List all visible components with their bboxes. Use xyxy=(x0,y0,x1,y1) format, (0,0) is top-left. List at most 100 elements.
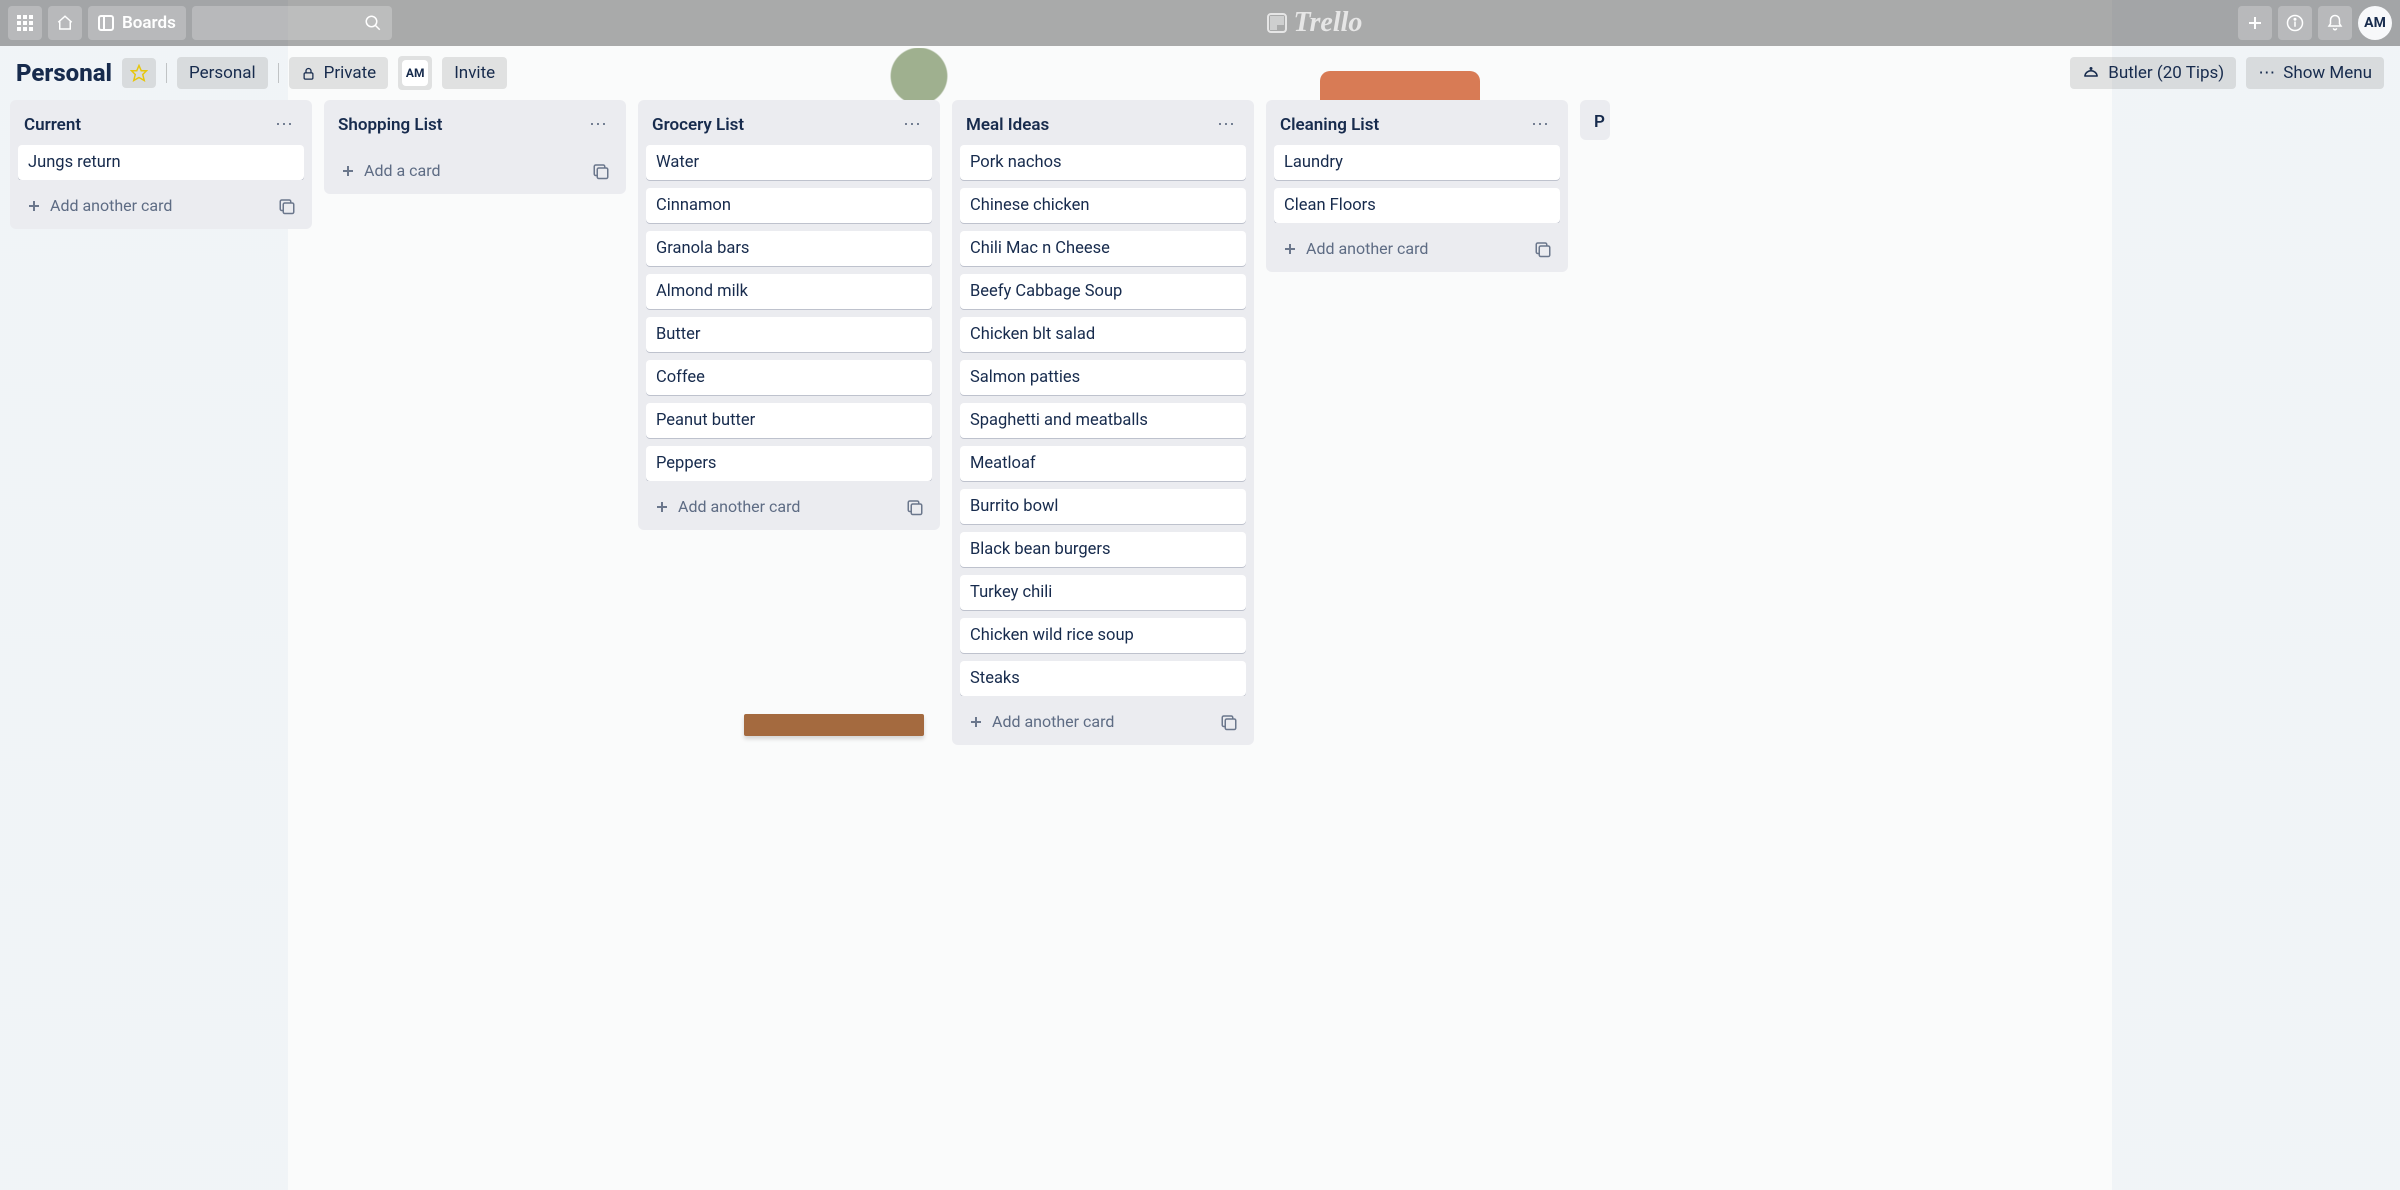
list-menu-button[interactable]: ⋯ xyxy=(585,112,612,137)
card[interactable]: Clean Floors xyxy=(1274,188,1560,223)
create-button[interactable] xyxy=(2238,6,2272,40)
card[interactable]: Beefy Cabbage Soup xyxy=(960,274,1246,309)
card-template-button[interactable] xyxy=(1530,236,1556,262)
card-list: Water Cinnamon Granola bars Almond milk Butt… xyxy=(646,145,932,481)
list-menu-button[interactable]: ⋯ xyxy=(1527,112,1554,137)
apps-button[interactable] xyxy=(8,6,42,40)
list[interactable]: Shopping List⋯ Add a card xyxy=(324,100,626,194)
add-card-label: Add another card xyxy=(992,712,1114,731)
add-card-button[interactable]: Add another card xyxy=(22,192,266,219)
card-template-button[interactable] xyxy=(1216,709,1242,735)
list-title[interactable]: P xyxy=(1594,112,1605,132)
card[interactable]: Peanut butter xyxy=(646,403,932,438)
list[interactable]: Current⋯ Jungs return Add another card xyxy=(10,100,312,229)
plus-icon xyxy=(26,198,42,214)
avatar-initials: AM xyxy=(2364,15,2386,31)
butler-icon xyxy=(2082,64,2100,82)
list-title[interactable]: Shopping List xyxy=(338,115,585,135)
list-header: Cleaning List⋯ xyxy=(1274,108,1560,137)
add-card-button[interactable]: Add another card xyxy=(650,493,894,520)
list-menu-button[interactable]: ⋯ xyxy=(271,112,298,137)
card[interactable]: Laundry xyxy=(1274,145,1560,180)
add-card-label: Add another card xyxy=(1306,239,1428,258)
card[interactable]: Butter xyxy=(646,317,932,352)
list[interactable]: Grocery List⋯ Water Cinnamon Granola bars Al… xyxy=(638,100,940,530)
list-menu-button[interactable]: ⋯ xyxy=(1213,112,1240,137)
card[interactable]: Coffee xyxy=(646,360,932,395)
card[interactable]: Peppers xyxy=(646,446,932,481)
card[interactable]: Jungs return xyxy=(18,145,304,180)
card[interactable]: Cinnamon xyxy=(646,188,932,223)
card[interactable]: Pork nachos xyxy=(960,145,1246,180)
card[interactable]: Granola bars xyxy=(646,231,932,266)
butler-button[interactable]: Butler (20 Tips) xyxy=(2070,57,2236,89)
plus-icon xyxy=(1282,241,1298,257)
home-button[interactable] xyxy=(48,6,82,40)
add-card-label: Add another card xyxy=(678,497,800,516)
search-button[interactable] xyxy=(192,6,392,40)
show-menu-button[interactable]: ⋯ Show Menu xyxy=(2246,57,2384,89)
list-footer: Add another card xyxy=(1274,231,1560,264)
card[interactable]: Burrito bowl xyxy=(960,489,1246,524)
card-list: Laundry Clean Floors xyxy=(1274,145,1560,223)
card[interactable]: Spaghetti and meatballs xyxy=(960,403,1246,438)
team-button[interactable]: Personal xyxy=(177,57,268,89)
boards-icon xyxy=(98,15,114,31)
board-member[interactable]: AM xyxy=(398,56,432,90)
list-menu-button[interactable]: ⋯ xyxy=(899,112,926,137)
list[interactable]: Meal Ideas⋯ Pork nachos Chinese chicken Chi… xyxy=(952,100,1254,745)
butler-label: Butler (20 Tips) xyxy=(2108,63,2224,83)
list-header: P xyxy=(1588,108,1602,132)
visibility-button[interactable]: Private xyxy=(289,57,389,89)
star-board-button[interactable] xyxy=(122,58,156,88)
add-card-button[interactable]: Add another card xyxy=(1278,235,1522,262)
add-card-label: Add a card xyxy=(364,161,441,180)
card[interactable]: Salmon patties xyxy=(960,360,1246,395)
card[interactable]: Water xyxy=(646,145,932,180)
card-list: Pork nachos Chinese chicken Chili Mac n Ch… xyxy=(960,145,1246,696)
list-footer: Add another card xyxy=(18,188,304,221)
list-footer: Add another card xyxy=(646,489,932,522)
template-icon xyxy=(278,197,296,215)
card-template-button[interactable] xyxy=(902,494,928,520)
boards-button[interactable]: Boards xyxy=(88,6,186,40)
add-card-label: Add another card xyxy=(50,196,172,215)
notifications-button[interactable] xyxy=(2318,6,2352,40)
card[interactable]: Chili Mac n Cheese xyxy=(960,231,1246,266)
list-title[interactable]: Cleaning List xyxy=(1280,115,1527,135)
board-title[interactable]: Personal xyxy=(16,59,112,87)
board-canvas[interactable]: Current⋯Jungs returnAdd another cardShop… xyxy=(0,100,2400,1188)
lock-icon xyxy=(301,66,316,81)
card[interactable]: Black bean burgers xyxy=(960,532,1246,567)
show-menu-label: Show Menu xyxy=(2283,63,2372,83)
plus-icon xyxy=(654,499,670,515)
global-header: Boards Trello AM xyxy=(0,0,2400,46)
list[interactable]: P xyxy=(1580,100,1610,140)
list-header: Current⋯ xyxy=(18,108,304,137)
app-logo[interactable]: Trello xyxy=(1267,7,1362,39)
card[interactable]: Chicken blt salad xyxy=(960,317,1246,352)
list-footer: Add a card xyxy=(332,153,618,186)
list-header: Shopping List⋯ xyxy=(332,108,618,137)
card-template-button[interactable] xyxy=(588,158,614,184)
card[interactable]: Chicken wild rice soup xyxy=(960,618,1246,653)
add-card-button[interactable]: Add another card xyxy=(964,708,1208,735)
list[interactable]: Cleaning List⋯ Laundry Clean Floors Add ano… xyxy=(1266,100,1568,272)
info-button[interactable] xyxy=(2278,6,2312,40)
boards-label: Boards xyxy=(122,13,176,33)
list-title[interactable]: Meal Ideas xyxy=(966,115,1213,135)
list-footer: Add another card xyxy=(960,704,1246,737)
add-card-button[interactable]: Add a card xyxy=(336,157,580,184)
card[interactable]: Chinese chicken xyxy=(960,188,1246,223)
card[interactable]: Meatloaf xyxy=(960,446,1246,481)
list-title[interactable]: Current xyxy=(24,115,271,135)
invite-button[interactable]: Invite xyxy=(442,57,507,89)
card[interactable]: Turkey chili xyxy=(960,575,1246,610)
user-avatar[interactable]: AM xyxy=(2358,6,2392,40)
list-title[interactable]: Grocery List xyxy=(652,115,899,135)
card[interactable]: Almond milk xyxy=(646,274,932,309)
member-avatar: AM xyxy=(402,60,428,86)
card[interactable]: Steaks xyxy=(960,661,1246,696)
card-template-button[interactable] xyxy=(274,193,300,219)
info-icon xyxy=(2286,14,2304,32)
